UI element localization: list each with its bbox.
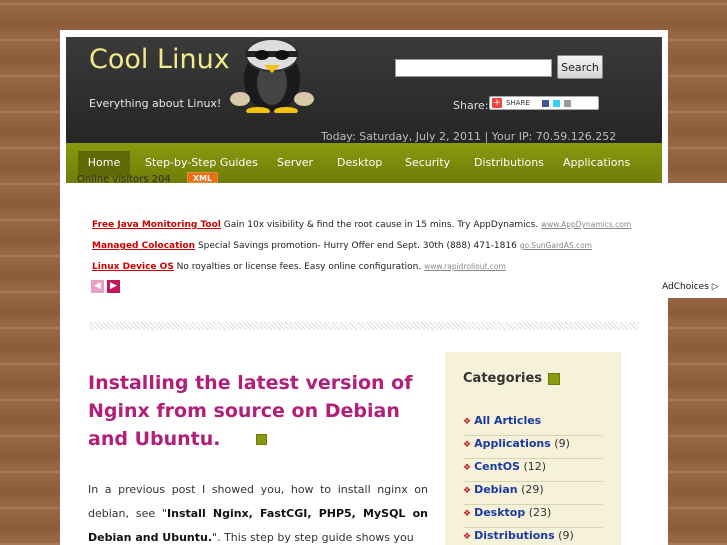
- ad-title-link[interactable]: Managed Colocation: [92, 241, 195, 251]
- ad-text: Special Savings promotion- Hurry Offer e…: [195, 241, 520, 251]
- site-tagline: Everything about Linux!: [89, 97, 222, 110]
- post-body-text-2: ". This step by step guide shows you: [212, 531, 414, 544]
- diamond-bullet-icon: ❖: [463, 486, 472, 496]
- ad-url-link[interactable]: go.SunGardAS.com: [520, 241, 592, 250]
- nav-item-security[interactable]: Security: [405, 151, 450, 177]
- date-ip-info: Today: Saturday, July 2, 2011 | Your IP:…: [321, 130, 617, 143]
- category-item-distributions[interactable]: ❖ Distributions (9): [463, 529, 603, 545]
- ad-text: No royalties or license fees. Easy onlin…: [173, 262, 425, 272]
- nav-item-desktop[interactable]: Desktop: [337, 151, 382, 177]
- category-link[interactable]: Debian: [474, 483, 518, 496]
- ad-line-1: Free Java Monitoring Tool Gain 10x visib…: [92, 220, 631, 230]
- share-button[interactable]: + SHARE: [489, 96, 599, 110]
- content-divider: [89, 322, 639, 330]
- category-link[interactable]: All Articles: [474, 414, 541, 427]
- email-icon: [563, 99, 571, 107]
- post-body: In a previous post I showed you, how to …: [88, 478, 428, 545]
- category-link[interactable]: CentOS: [474, 460, 520, 473]
- nav-item-applications[interactable]: Applications: [563, 151, 630, 177]
- search-input[interactable]: [395, 59, 552, 77]
- category-link[interactable]: Applications: [474, 437, 551, 450]
- ad-url-link[interactable]: www.rapidrollout.com: [424, 262, 506, 271]
- xml-feed-badge[interactable]: XML: [187, 172, 218, 183]
- ad-title-link[interactable]: Free Java Monitoring Tool: [92, 220, 221, 230]
- share-label: Share:: [453, 99, 489, 112]
- diamond-bullet-icon: ❖: [463, 532, 472, 542]
- category-link[interactable]: Distributions: [474, 529, 555, 542]
- twitter-icon: [552, 99, 560, 107]
- adchoices-icon: ▷: [711, 282, 719, 292]
- ad-url-link[interactable]: www.AppDynamics.com: [541, 220, 631, 229]
- categories-square-icon: [548, 373, 560, 385]
- post-title-text: Installing the latest version of Nginx f…: [88, 372, 413, 450]
- title-square-icon: [256, 434, 268, 445]
- adchoices-label: AdChoices: [662, 282, 709, 292]
- category-item-all-articles[interactable]: ❖ All Articles: [463, 414, 603, 436]
- category-item-desktop[interactable]: ❖ Desktop (23): [463, 506, 603, 528]
- nav-item-distributions[interactable]: Distributions: [474, 151, 544, 177]
- category-count: (9): [558, 529, 574, 542]
- categories-heading: Categories: [463, 371, 543, 386]
- adchoices-link[interactable]: AdChoices ▷: [662, 282, 719, 292]
- diamond-bullet-icon: ❖: [463, 509, 472, 519]
- ad-line-3: Linux Device OS No royalties or license …: [92, 262, 506, 272]
- ad-next-arrow-icon[interactable]: ▶: [107, 280, 120, 293]
- ad-line-2: Managed Colocation Special Savings promo…: [92, 241, 592, 251]
- ad-title-link[interactable]: Linux Device OS: [92, 262, 174, 272]
- plus-icon: +: [492, 98, 502, 108]
- category-count: (23): [528, 506, 552, 519]
- ad-prev-arrow-icon[interactable]: ◀: [91, 280, 104, 293]
- search-button[interactable]: Search: [557, 55, 603, 79]
- nav-item-server[interactable]: Server: [277, 151, 313, 177]
- category-item-centos[interactable]: ❖ CentOS (12): [463, 460, 603, 482]
- category-count: (29): [521, 483, 544, 496]
- category-count: (9): [554, 437, 570, 450]
- category-link[interactable]: Desktop: [474, 506, 525, 519]
- site-logo-title[interactable]: Cool Linux: [89, 44, 230, 75]
- tux-mascot-icon: [230, 38, 314, 113]
- category-item-applications[interactable]: ❖ Applications (9): [463, 437, 603, 459]
- share-button-label: SHARE: [506, 99, 530, 107]
- diamond-bullet-icon: ❖: [463, 440, 472, 450]
- ad-text: Gain 10x visibility & find the root caus…: [220, 220, 541, 230]
- post-title[interactable]: Installing the latest version of Nginx f…: [88, 369, 418, 453]
- diamond-bullet-icon: ❖: [463, 463, 472, 473]
- diamond-bullet-icon: ❖: [463, 417, 472, 427]
- category-item-debian[interactable]: ❖ Debian (29): [463, 483, 603, 505]
- category-count: (12): [523, 460, 547, 473]
- facebook-icon: [541, 99, 549, 107]
